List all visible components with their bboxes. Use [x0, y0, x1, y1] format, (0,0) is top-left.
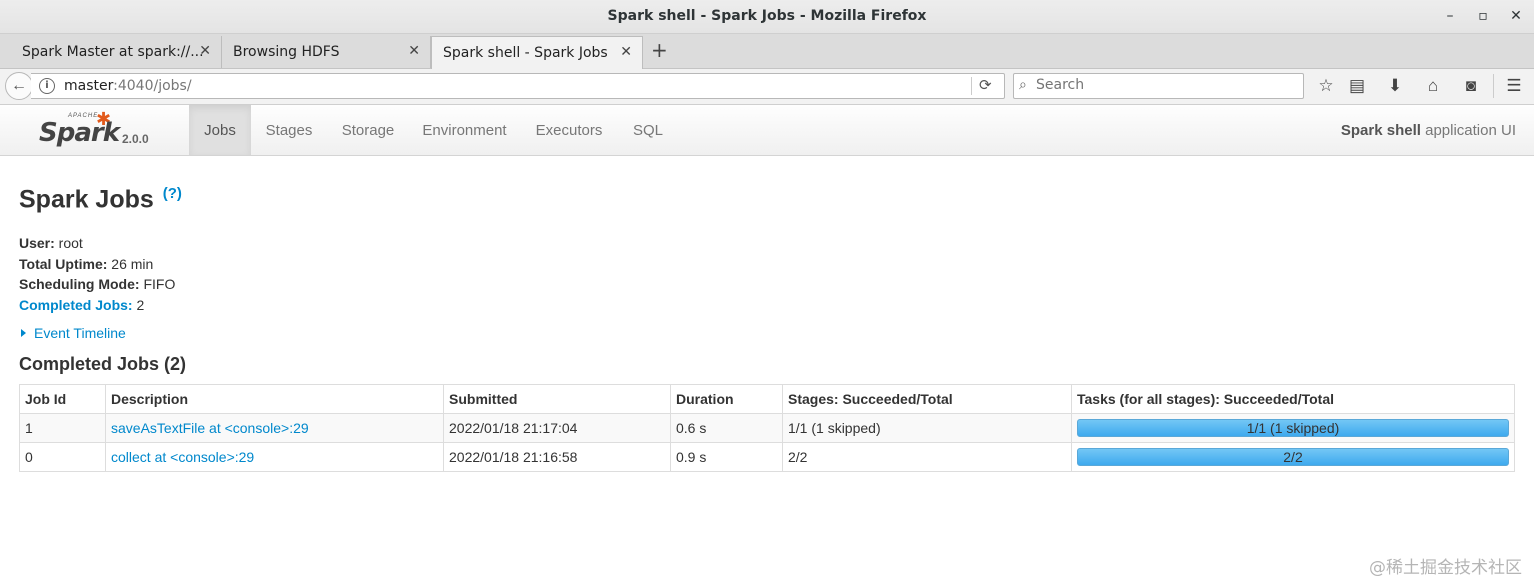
- bookmark-star-icon[interactable]: ☆: [1316, 76, 1336, 96]
- tab-label: Spark Master at spark://...: [22, 44, 204, 60]
- download-icon[interactable]: ⬇: [1385, 76, 1405, 96]
- app-name-bold: Spark shell: [1340, 122, 1421, 139]
- help-link[interactable]: (?): [163, 185, 182, 202]
- job-id: 1: [19, 413, 106, 443]
- completed-jobs-link[interactable]: Completed Jobs:: [19, 297, 133, 313]
- summary-value: 26 min: [107, 255, 154, 272]
- tab-bar: Spark Master at spark://... ✕ Browsing H…: [0, 34, 1534, 69]
- job-submitted: 2022/01/18 21:17:04: [443, 413, 671, 443]
- spark-version: 2.0.0: [122, 132, 149, 146]
- close-window-button[interactable]: ✕: [1506, 6, 1526, 26]
- spark-navbar: APACHE ✱ Spark 2.0.0 Jobs Stages Storage…: [0, 105, 1534, 156]
- job-duration: 0.9 s: [670, 442, 783, 472]
- table-row: 0 collect at <console>:29 2022/01/18 21:…: [19, 442, 1515, 472]
- close-icon[interactable]: ✕: [620, 44, 632, 60]
- job-submitted: 2022/01/18 21:16:58: [443, 442, 671, 472]
- summary-label: Scheduling Mode:: [19, 276, 140, 292]
- url-text[interactable]: master:4040/jobs/: [64, 78, 192, 94]
- nav-tab-sql[interactable]: SQL: [623, 105, 673, 155]
- col-header-description[interactable]: Description: [105, 384, 444, 414]
- navigation-bar: ← i master:4040/jobs/ ⟳ ⌕ ☆ ▤ ⬇ ⌂ ◙ ☰: [0, 69, 1534, 105]
- col-header-duration[interactable]: Duration: [670, 384, 783, 414]
- logo-spark-text: Spark: [39, 118, 120, 148]
- app-name: Spark shell application UI: [1341, 122, 1516, 139]
- home-icon[interactable]: ⌂: [1423, 76, 1443, 96]
- search-box[interactable]: ⌕: [1013, 73, 1304, 99]
- job-stages: 2/2: [782, 442, 1072, 472]
- completed-jobs-heading: Completed Jobs (2): [19, 354, 187, 374]
- summary-label: Total Uptime:: [19, 255, 108, 272]
- info-icon[interactable]: i: [39, 78, 55, 94]
- minimize-button[interactable]: –: [1440, 6, 1460, 26]
- url-path: :4040/jobs/: [113, 78, 192, 94]
- menu-icon[interactable]: ☰: [1504, 76, 1524, 96]
- url-bar[interactable]: i master:4040/jobs/ ⟳: [31, 73, 1005, 99]
- spark-logo[interactable]: APACHE ✱ Spark 2.0.0: [38, 109, 153, 152]
- job-id: 0: [19, 442, 106, 472]
- job-duration: 0.6 s: [670, 413, 783, 443]
- tab-spark-master[interactable]: Spark Master at spark://... ✕: [0, 36, 222, 68]
- close-icon[interactable]: ✕: [408, 43, 420, 59]
- job-stages: 1/1 (1 skipped): [782, 413, 1072, 443]
- job-summary: User: root Total Uptime: 26 min Scheduli…: [19, 233, 175, 315]
- job-description: collect at <console>:29: [105, 442, 444, 472]
- nav-tab-stages[interactable]: Stages: [256, 105, 322, 155]
- back-arrow-icon[interactable]: ←: [5, 72, 33, 100]
- table-row: 1 saveAsTextFile at <console>:29 2022/01…: [19, 413, 1515, 443]
- summary-value: 2: [132, 296, 145, 313]
- search-input[interactable]: [1036, 77, 1296, 93]
- table-header-row: Job Id Description Submitted Duration St…: [19, 384, 1515, 414]
- col-header-stages[interactable]: Stages: Succeeded/Total: [782, 384, 1072, 414]
- job-tasks: 1/1 (1 skipped): [1071, 413, 1515, 443]
- window-title: Spark shell - Spark Jobs - Mozilla Firef…: [607, 8, 927, 24]
- tasks-progress-label: 2/2: [1283, 449, 1303, 465]
- summary-user: User: root: [19, 233, 175, 254]
- page-title-text: Spark Jobs: [19, 185, 154, 214]
- col-header-job-id[interactable]: Job Id: [19, 384, 106, 414]
- pocket-icon[interactable]: ◙: [1461, 76, 1481, 96]
- job-description: saveAsTextFile at <console>:29: [105, 413, 444, 443]
- col-header-submitted[interactable]: Submitted: [443, 384, 671, 414]
- summary-completed: Completed Jobs: 2: [19, 295, 175, 316]
- event-timeline-toggle[interactable]: Event Timeline: [19, 325, 126, 341]
- nav-tab-executors[interactable]: Executors: [526, 105, 612, 155]
- search-icon: ⌕: [1019, 76, 1027, 92]
- job-description-link[interactable]: saveAsTextFile at <console>:29: [111, 420, 309, 436]
- summary-uptime: Total Uptime: 26 min: [19, 254, 175, 275]
- nav-tab-storage[interactable]: Storage: [332, 105, 404, 155]
- event-timeline-label: Event Timeline: [34, 325, 126, 341]
- tasks-progress-bar: 1/1 (1 skipped): [1077, 419, 1509, 437]
- summary-scheduling: Scheduling Mode: FIFO: [19, 274, 175, 295]
- summary-label: User:: [19, 235, 55, 251]
- app-name-suffix: application UI: [1420, 122, 1516, 139]
- new-tab-icon[interactable]: +: [651, 38, 668, 62]
- reading-list-icon[interactable]: ▤: [1347, 76, 1367, 96]
- watermark: @稀土掘金技术社区: [1369, 558, 1522, 578]
- nav-tab-jobs[interactable]: Jobs: [189, 105, 251, 155]
- col-header-tasks[interactable]: Tasks (for all stages): Succeeded/Total: [1071, 384, 1515, 414]
- page-title: Spark Jobs (?): [19, 185, 182, 214]
- expand-arrow-icon: [21, 329, 26, 337]
- nav-tab-environment[interactable]: Environment: [412, 105, 517, 155]
- tab-browsing-hdfs[interactable]: Browsing HDFS ✕: [222, 36, 431, 68]
- job-tasks: 2/2: [1071, 442, 1515, 472]
- reload-icon[interactable]: ⟳: [979, 76, 992, 94]
- tab-label: Spark shell - Spark Jobs: [443, 45, 608, 61]
- summary-value: root: [54, 235, 83, 251]
- tasks-progress-bar: 2/2: [1077, 448, 1509, 466]
- window-titlebar: Spark shell - Spark Jobs - Mozilla Firef…: [0, 0, 1534, 34]
- maximize-button[interactable]: ▫: [1473, 6, 1493, 26]
- url-divider: [971, 77, 972, 95]
- toolbar-divider: [1493, 74, 1494, 98]
- summary-value: FIFO: [139, 276, 176, 292]
- tab-label: Browsing HDFS: [233, 44, 340, 60]
- job-description-link[interactable]: collect at <console>:29: [111, 449, 254, 465]
- tab-spark-jobs[interactable]: Spark shell - Spark Jobs ✕: [431, 36, 643, 69]
- completed-jobs-table: Job Id Description Submitted Duration St…: [19, 384, 1515, 472]
- tasks-progress-label: 1/1 (1 skipped): [1246, 420, 1340, 436]
- close-icon[interactable]: ✕: [199, 43, 211, 59]
- url-host: master: [64, 78, 114, 94]
